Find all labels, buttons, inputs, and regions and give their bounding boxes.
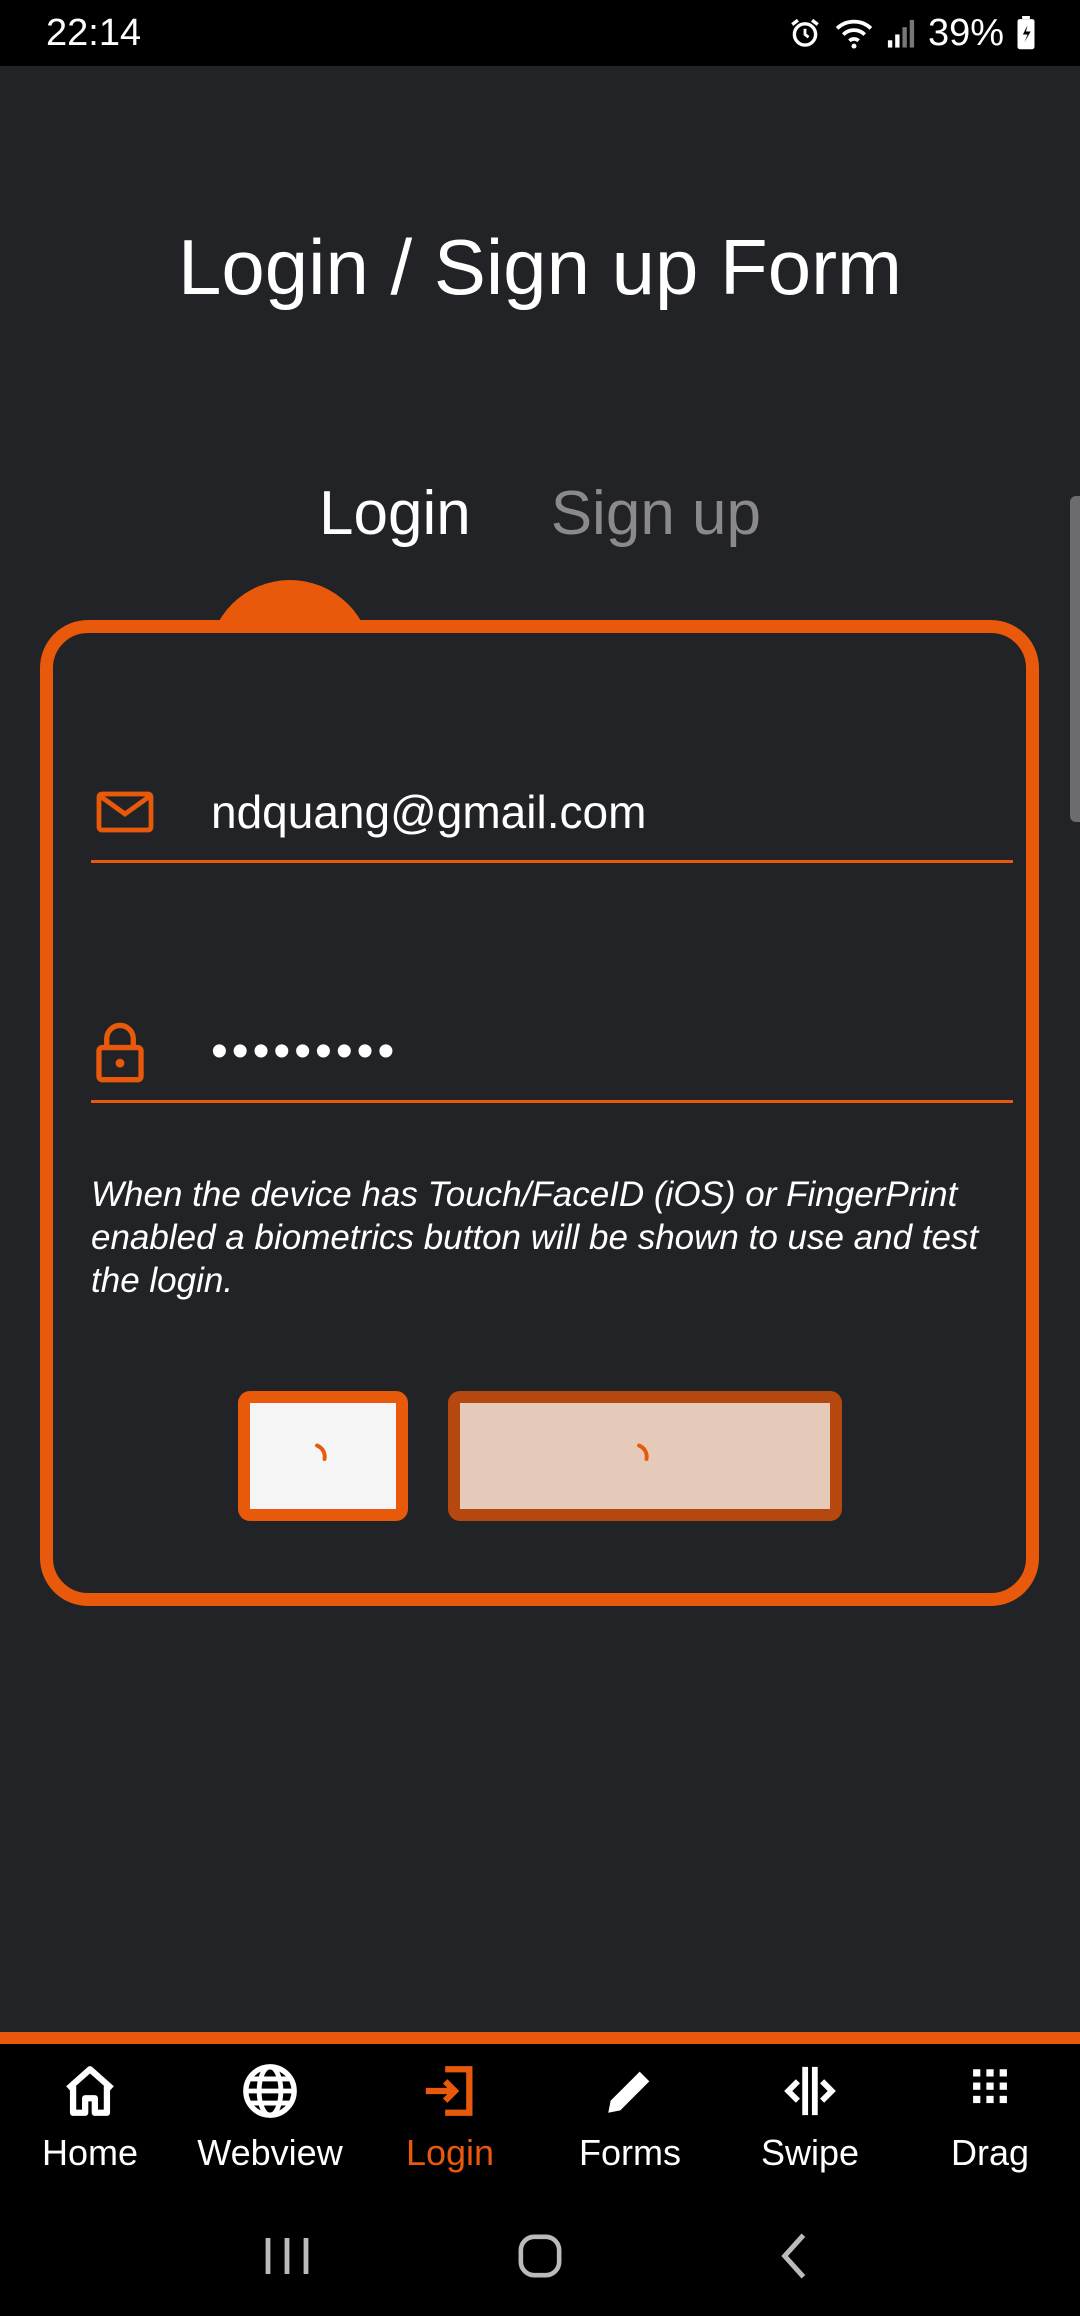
- back-chevron-icon: [781, 2233, 806, 2279]
- biometrics-button[interactable]: [238, 1391, 408, 1521]
- email-icon: [91, 789, 211, 835]
- battery-percent: 39%: [927, 11, 1004, 54]
- home-system-button[interactable]: [490, 2216, 590, 2296]
- auth-tabs: Login Sign up: [0, 478, 1080, 549]
- status-bar: 22:14 39%: [0, 0, 1080, 66]
- nav-drag[interactable]: Drag: [900, 2044, 1080, 2196]
- nav-webview[interactable]: Webview: [180, 2044, 360, 2196]
- login-icon: [425, 2066, 473, 2116]
- email-input[interactable]: ndquang@gmail.com: [211, 785, 646, 839]
- tab-signup[interactable]: Sign up: [551, 478, 761, 549]
- bottom-nav: Home Webview Login Forms Swipe Drag: [0, 2044, 1080, 2196]
- status-icons: 39%: [788, 12, 1036, 55]
- nav-home-label: Home: [41, 2132, 139, 2173]
- recent-apps-icon: [265, 2238, 309, 2274]
- login-form-card: ndquang@gmail.com ••••••••• When the dev…: [40, 620, 1039, 1606]
- nav-drag-label: Drag: [950, 2132, 1030, 2173]
- swipe-icon: [784, 2066, 836, 2116]
- biometrics-helper-text: When the device has Touch/FaceID (iOS) o…: [91, 1175, 979, 1300]
- back-button[interactable]: [743, 2216, 843, 2296]
- tab-login[interactable]: Login: [319, 478, 471, 549]
- recent-apps-button[interactable]: [237, 2216, 337, 2296]
- nav-forms-label: Forms: [579, 2132, 681, 2173]
- status-time: 22:14: [46, 11, 142, 54]
- nav-login[interactable]: Login: [360, 2044, 540, 2196]
- loading-spinner-icon: [637, 1443, 649, 1461]
- signal-icon: [886, 17, 916, 49]
- login-button[interactable]: [448, 1391, 842, 1521]
- grid-dots-icon: [973, 2069, 1007, 2104]
- nav-home[interactable]: Home: [0, 2044, 180, 2196]
- nav-login-label: Login: [405, 2132, 495, 2173]
- nav-webview-label: Webview: [197, 2132, 343, 2173]
- scrollbar[interactable]: [1070, 496, 1080, 822]
- home-icon: [66, 2066, 114, 2116]
- system-navigation-bar: [0, 2196, 1080, 2316]
- lock-icon: [91, 1021, 211, 1083]
- bottom-nav-accent-line: [0, 2032, 1080, 2044]
- email-field[interactable]: ndquang@gmail.com: [91, 763, 1013, 863]
- password-field[interactable]: •••••••••: [91, 1003, 1013, 1103]
- alarm-icon: [788, 16, 822, 50]
- pencil-icon: [608, 2071, 650, 2113]
- loading-spinner-icon: [315, 1443, 327, 1461]
- nav-swipe[interactable]: Swipe: [720, 2044, 900, 2196]
- wifi-icon: [834, 16, 874, 50]
- password-input[interactable]: •••••••••: [211, 1024, 398, 1079]
- globe-icon: [243, 2064, 297, 2118]
- nav-swipe-label: Swipe: [760, 2132, 860, 2173]
- home-circle-icon: [518, 2234, 562, 2278]
- battery-charging-icon: [1016, 16, 1036, 50]
- page-title: Login / Sign up Form: [177, 223, 903, 311]
- nav-forms[interactable]: Forms: [540, 2044, 720, 2196]
